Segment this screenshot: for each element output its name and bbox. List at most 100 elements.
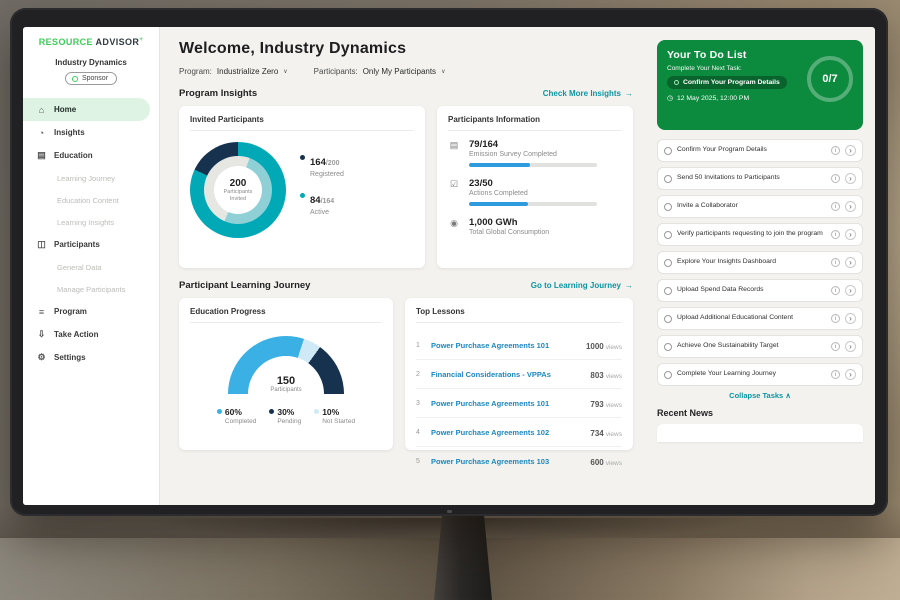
task-checkbox[interactable] [664,315,672,323]
sidebar-item[interactable]: ⚙ Settings [23,346,159,369]
program-insights-title: Program Insights [179,88,257,99]
task-checkbox[interactable] [664,371,672,379]
nav-icon: ▤ [36,150,47,161]
chevron-right-icon[interactable]: › [845,285,856,296]
nav-icon: ◔ [36,128,47,138]
top-lessons-card: Top Lessons 1 Power Purchase Agreements … [405,298,633,450]
task-checkbox[interactable] [664,259,672,267]
lesson-views-count: 600 [590,458,603,467]
task-row[interactable]: Send 50 Invitations to Participants i › [657,167,863,190]
task-label: Send 50 Invitations to Participants [677,174,826,183]
lesson-link[interactable]: Power Purchase Agreements 102 [431,428,583,437]
task-row[interactable]: Confirm Your Program Details i › [657,139,863,162]
sidebar-item[interactable]: Learning Journey [23,167,159,189]
sidebar-item[interactable]: General Data [23,256,159,278]
chevron-right-icon[interactable]: › [845,313,856,324]
lesson-row: 4 Power Purchase Agreements 102 734views [416,418,622,447]
info-card-title: Participants Information [448,115,622,131]
monitor: RESOURCE ADVISOR+ Industry Dynamics Spon… [10,8,888,516]
lesson-link[interactable]: Power Purchase Agreements 101 [431,341,579,350]
gauge-center: 150 Participants [228,375,344,393]
task-label: Explore Your Insights Dashboard [677,258,826,267]
sidebar-item[interactable]: ⌂ Home [23,98,150,121]
task-checkbox[interactable] [664,231,672,239]
next-task-pill[interactable]: Confirm Your Program Details [667,76,787,89]
sidebar-item[interactable]: Learning Insights [23,211,159,233]
task-checkbox[interactable] [664,203,672,211]
gauge-legend-pct: 10% [322,407,355,417]
task-row[interactable]: Upload Spend Data Records i › [657,279,863,302]
invited-donut-chart: 200 Participants Invited [190,142,286,238]
invited-card-title: Invited Participants [190,115,414,131]
sidebar-item[interactable]: ≡ Program [23,300,159,323]
sidebar-item[interactable]: Manage Participants [23,278,159,300]
task-row[interactable]: Complete Your Learning Journey i › [657,363,863,386]
program-filter[interactable]: Program: Industrialize Zero ∨ [179,67,288,76]
gauge-legend-item: 30% Pending [269,407,301,425]
task-row[interactable]: Achieve One Sustainability Target i › [657,335,863,358]
chevron-right-icon[interactable]: › [845,257,856,268]
collapse-tasks-link[interactable]: Collapse Tasks ∧ [657,391,863,400]
lesson-views-count: 1000 [586,342,604,351]
lesson-link[interactable]: Financial Considerations - VPPAs [431,370,583,379]
chevron-right-icon[interactable]: › [845,173,856,184]
lesson-link[interactable]: Power Purchase Agreements 101 [431,399,583,408]
lesson-link[interactable]: Power Purchase Agreements 103 [431,457,583,466]
invited-participants-card: Invited Participants 200 Participants In… [179,106,425,268]
sidebar-item[interactable]: Education Content [23,189,159,211]
clock-icon: ◷ [667,94,673,102]
participants-filter[interactable]: Participants: Only My Participants ∨ [314,67,446,76]
sidebar-item[interactable]: ⇩ Take Action [23,323,159,346]
sidebar-item-label: Participants [54,240,100,249]
info-icon[interactable]: i [831,342,840,351]
chevron-right-icon[interactable]: › [845,201,856,212]
task-row[interactable]: Invite a Collaborator i › [657,195,863,218]
task-checkbox[interactable] [664,343,672,351]
stat-row: ◉ 1,000 GWh Total Global Consumption [448,217,622,236]
stat-label: Actions Completed [469,190,597,197]
sidebar-item-label: Home [54,105,76,114]
info-icon[interactable]: i [831,314,840,323]
go-to-learning-journey-link[interactable]: Go to Learning Journey → [531,281,633,290]
info-icon[interactable]: i [831,202,840,211]
info-icon[interactable]: i [831,146,840,155]
sidebar-item[interactable]: ▤ Education [23,144,159,167]
info-icon[interactable]: i [831,230,840,239]
task-row[interactable]: Verify participants requesting to join t… [657,223,863,246]
chevron-right-icon[interactable]: › [845,341,856,352]
chevron-right-icon[interactable]: › [845,145,856,156]
lesson-rank: 4 [416,429,424,436]
gauge-legend-label: Completed [225,418,256,425]
info-icon[interactable]: i [831,174,840,183]
task-checkbox[interactable] [664,175,672,183]
sidebar-nav: ⌂ Home ◔ Insights ▤ Education [23,98,159,369]
sidebar-item-label: Settings [54,353,86,362]
check-more-insights-link[interactable]: Check More Insights → [543,89,633,98]
gauge-legend-dot [217,409,222,414]
nav-icon: ⌂ [36,105,47,115]
task-label: Achieve One Sustainability Target [677,342,826,351]
legend-value: 164 [310,157,326,168]
sidebar-item[interactable]: ◔ Insights [23,121,159,144]
sidebar-item[interactable]: ◫ Participants [23,233,159,256]
task-row[interactable]: Explore Your Insights Dashboard i › [657,251,863,274]
lesson-views-word: views [606,431,622,438]
info-icon[interactable]: i [831,370,840,379]
todo-progress-ring: 0/7 [807,56,853,102]
stat-progress-fill [469,163,530,167]
task-row[interactable]: Upload Additional Educational Content i … [657,307,863,330]
lesson-views-word: views [606,402,622,409]
info-icon[interactable]: i [831,258,840,267]
task-checkbox[interactable] [664,147,672,155]
task-checkbox[interactable] [664,287,672,295]
chevron-right-icon[interactable]: › [845,369,856,380]
info-icon[interactable]: i [831,286,840,295]
recent-news-card [657,424,863,442]
stat-value: 1,000 GWh [469,217,549,228]
chevron-right-icon[interactable]: › [845,229,856,240]
lesson-views-word: views [606,373,622,380]
stat-label: Total Global Consumption [469,229,549,236]
lesson-views-word: views [606,344,622,351]
education-progress-gauge: 150 Participants [228,336,344,394]
arrow-right-icon: → [625,89,633,98]
